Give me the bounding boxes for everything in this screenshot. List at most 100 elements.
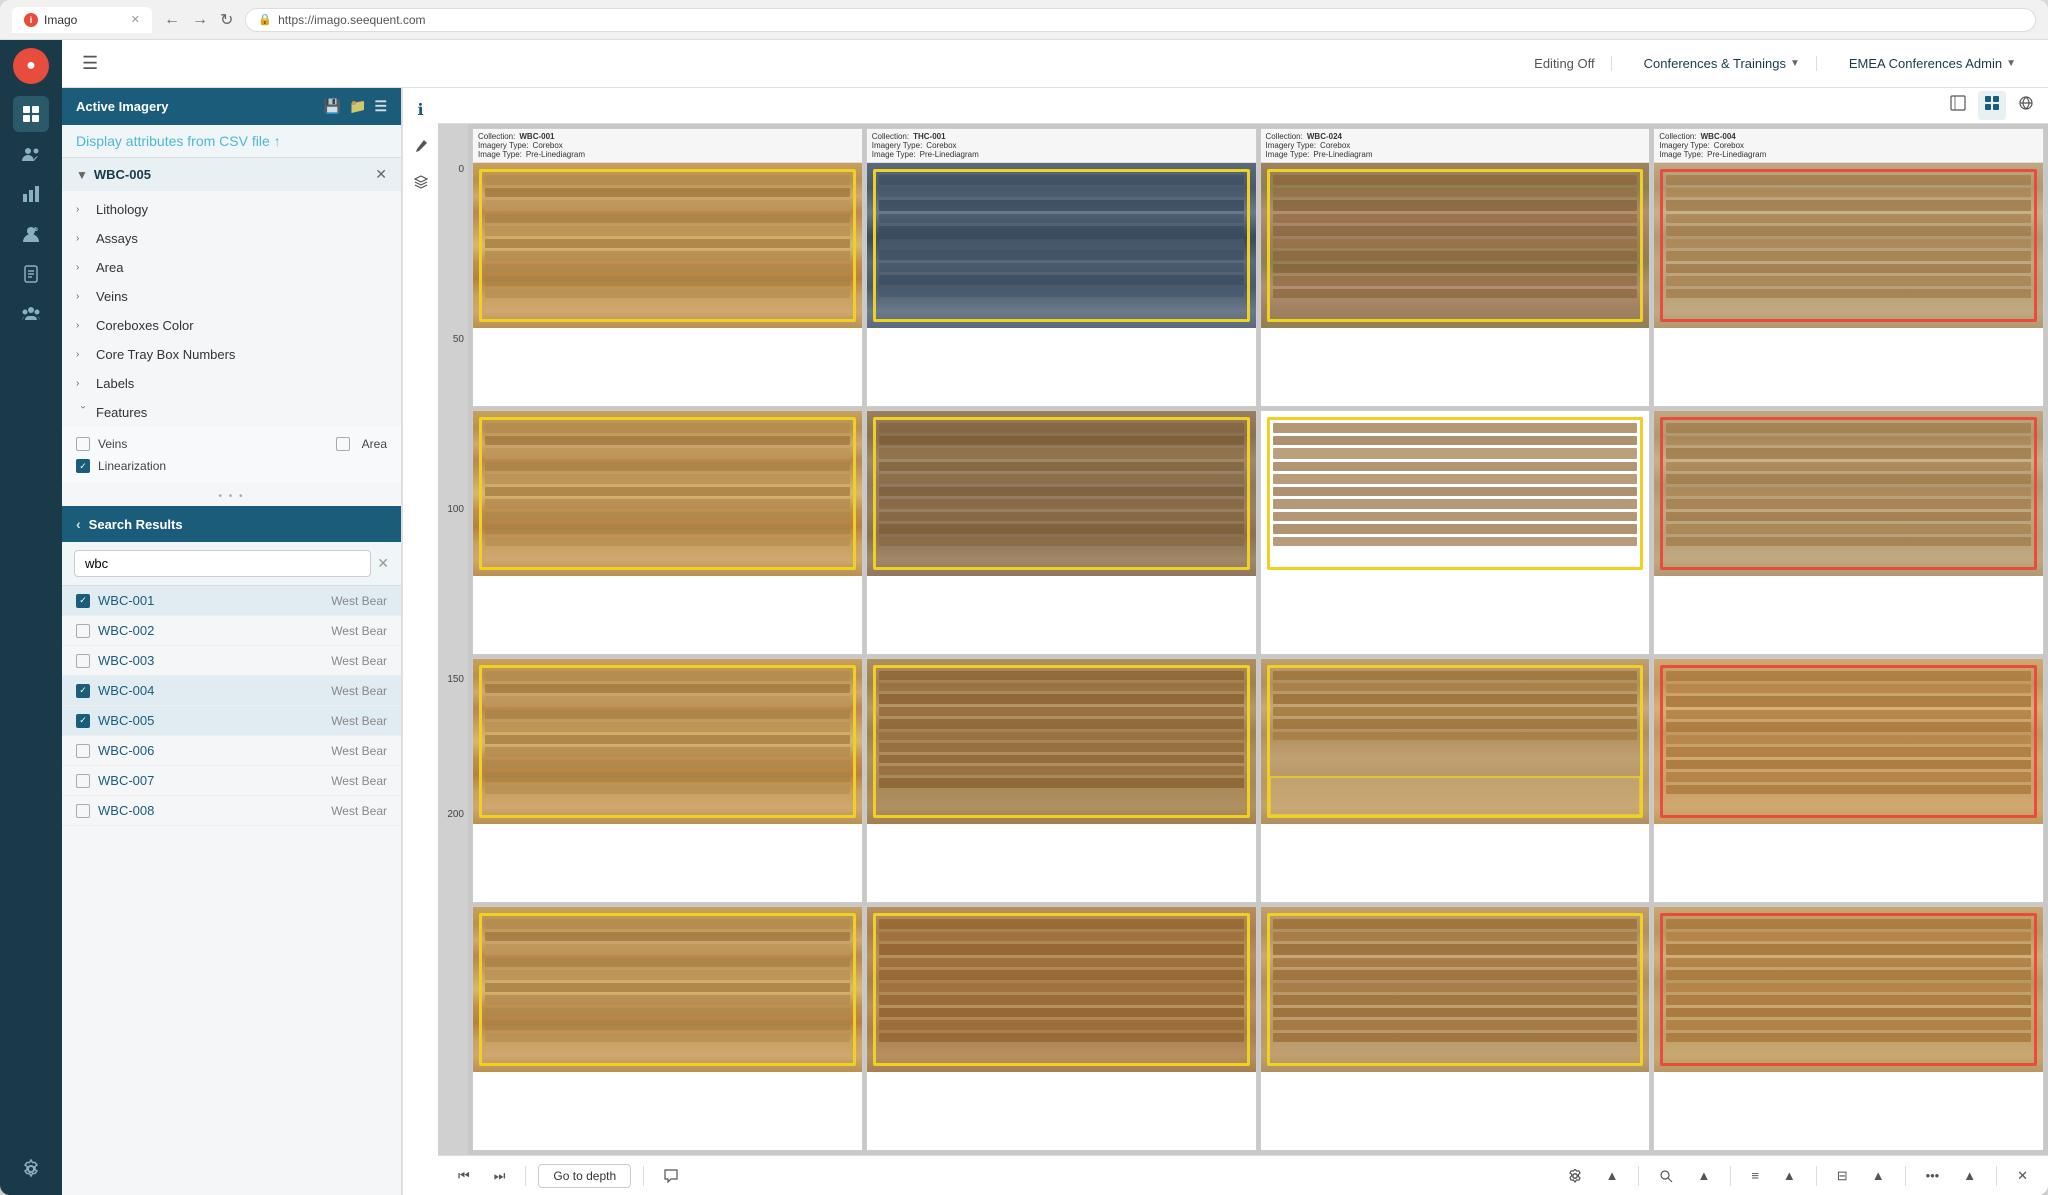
tab-close-button[interactable]: ✕ — [131, 13, 140, 26]
address-bar[interactable]: 🔒 https://imago.seequent.com — [245, 8, 2036, 32]
sidebar-icon-team[interactable] — [13, 296, 49, 332]
cell4-collection-label: Collection: — [1659, 132, 1696, 141]
wbc004-checkbox[interactable]: ✓ — [76, 684, 90, 698]
sidebar-icon-imagery[interactable] — [13, 96, 49, 132]
tree-item-core-tray[interactable]: › Core Tray Box Numbers — [62, 340, 401, 369]
tree-item-labels[interactable]: › Labels — [62, 369, 401, 398]
wbc006-checkbox[interactable] — [76, 744, 90, 758]
goto-depth-button[interactable]: Go to depth — [538, 1164, 631, 1188]
tab-title: Imago — [44, 13, 77, 27]
wbc002-checkbox[interactable] — [76, 624, 90, 638]
forward-button[interactable]: → — [188, 8, 212, 32]
core-cell-1-1[interactable]: Collection:WBC-001 Imagery Type:Corebox … — [472, 128, 863, 407]
info-tool[interactable]: ℹ — [407, 96, 435, 124]
core-cell-3-3[interactable] — [1260, 658, 1651, 903]
list-btn[interactable]: ≡ — [1743, 1164, 1767, 1187]
core-cell-1-3[interactable]: Collection:WBC-024 Imagery Type:Corebox … — [1260, 128, 1651, 407]
search-item-wbc006[interactable]: WBC-006 West Bear — [62, 736, 401, 766]
tree-item-veins[interactable]: › Veins — [62, 282, 401, 311]
conferences-dropdown[interactable]: Conferences & Trainings ▼ — [1628, 56, 1817, 71]
cell1-imgtype-value: Corebox — [533, 141, 563, 150]
tree-item-lithology[interactable]: › Lithology — [62, 195, 401, 224]
core-cell-2-2[interactable] — [866, 410, 1257, 655]
core-cell-4-1[interactable] — [472, 906, 863, 1151]
core-cell-4-3[interactable] — [1260, 906, 1651, 1151]
core-cell-2-1[interactable] — [472, 410, 863, 655]
zoom-up-button[interactable]: ▲ — [1689, 1164, 1718, 1187]
image-view-icon[interactable] — [1944, 91, 1972, 120]
edit-tool[interactable] — [407, 132, 435, 160]
comment-button[interactable] — [656, 1165, 686, 1187]
save-icon[interactable]: 💾 — [324, 98, 341, 115]
list-up-button[interactable]: ▲ — [1775, 1164, 1804, 1187]
refresh-button[interactable]: ↻ — [216, 8, 237, 32]
more-btn[interactable]: ••• — [1918, 1164, 1948, 1187]
stack-up-button[interactable]: ▲ — [1864, 1164, 1893, 1187]
tree-item-area[interactable]: › Area — [62, 253, 401, 282]
panel-sidebar: Active Imagery 💾 📁 ☰ Display attributes … — [62, 88, 402, 1195]
core-cell-4-4[interactable] — [1653, 906, 2044, 1151]
core-cell-2-3[interactable] — [1260, 410, 1651, 655]
search-input[interactable] — [74, 550, 371, 577]
close-toolbar-button[interactable]: ✕ — [2009, 1164, 2036, 1188]
grid-view-icon[interactable] — [1978, 91, 2006, 120]
cell3-collection-label: Collection: — [1266, 132, 1303, 141]
folder-icon[interactable]: 📁 — [349, 98, 366, 115]
prev-button[interactable]: ⏭ — [486, 1164, 514, 1188]
veins-checkbox[interactable] — [76, 437, 90, 451]
search-item-wbc003[interactable]: WBC-003 West Bear — [62, 646, 401, 676]
search-clear-button[interactable]: ✕ — [377, 555, 389, 572]
wbc005-checkbox[interactable]: ✓ — [76, 714, 90, 728]
search-item-wbc008[interactable]: WBC-008 West Bear — [62, 796, 401, 826]
wbc007-checkbox[interactable] — [76, 774, 90, 788]
lithology-chevron-icon: › — [76, 204, 90, 215]
search-item-wbc004[interactable]: ✓ WBC-004 West Bear — [62, 676, 401, 706]
wbc-expand-icon[interactable]: ▼ — [76, 168, 88, 182]
sidebar-icon-reports[interactable] — [13, 256, 49, 292]
toolbar-settings-icon[interactable] — [1560, 1165, 1590, 1187]
core-cell-1-4[interactable]: Collection:WBC-004 Imagery Type:Corebox … — [1653, 128, 2044, 407]
sidebar-icon-settings[interactable] — [13, 1151, 49, 1187]
search-item-wbc002[interactable]: WBC-002 West Bear — [62, 616, 401, 646]
wbc-close-button[interactable]: ✕ — [375, 166, 387, 183]
csv-link[interactable]: Display attributes from CSV file ↑ — [62, 125, 401, 158]
stack-btn[interactable]: ⊟ — [1829, 1164, 1856, 1188]
core-cell-1-2[interactable]: Collection:THC-001 Imagery Type:Corebox … — [866, 128, 1257, 407]
prev-prev-button[interactable]: ⏮ — [450, 1164, 478, 1188]
core-cell-4-2[interactable] — [866, 906, 1257, 1151]
sidebar-icon-profile[interactable]: ⚙ — [13, 216, 49, 252]
core-cell-3-1[interactable] — [472, 658, 863, 903]
search-item-wbc001[interactable]: ✓ WBC-001 West Bear — [62, 586, 401, 616]
tab-favicon: i — [24, 13, 38, 27]
more-up-button[interactable]: ▲ — [1955, 1164, 1984, 1187]
depth-150: 150 — [438, 672, 468, 687]
area-checkbox[interactable] — [336, 437, 350, 451]
core-cell-2-4[interactable] — [1653, 410, 2044, 655]
wbc001-checkbox[interactable]: ✓ — [76, 594, 90, 608]
globe-view-icon[interactable] — [2012, 91, 2040, 120]
layers-tool[interactable] — [407, 168, 435, 196]
scroll-up-button[interactable]: ▲ — [1598, 1164, 1627, 1187]
search-item-wbc007[interactable]: WBC-007 West Bear — [62, 766, 401, 796]
sidebar-icon-users[interactable] — [13, 136, 49, 172]
wbc003-checkbox[interactable] — [76, 654, 90, 668]
tree-item-assays[interactable]: › Assays — [62, 224, 401, 253]
back-button[interactable]: ← — [160, 8, 184, 32]
core-cell-3-2[interactable] — [866, 658, 1257, 903]
core-cell-3-4[interactable] — [1653, 658, 2044, 903]
search-back-button[interactable]: ‹ — [76, 516, 81, 532]
wbc008-checkbox[interactable] — [76, 804, 90, 818]
expand-dots: • • • — [62, 487, 401, 506]
sidebar-icon-chart[interactable] — [13, 176, 49, 212]
wbc007-location: West Bear — [331, 774, 387, 788]
list-view-icon[interactable]: ☰ — [374, 98, 387, 115]
browser-tab[interactable]: i Imago ✕ — [12, 7, 152, 33]
hamburger-button[interactable]: ☰ — [78, 49, 102, 78]
admin-dropdown[interactable]: EMEA Conferences Admin ▼ — [1833, 56, 2032, 71]
browser-toolbar: i Imago ✕ ← → ↻ 🔒 https://imago.seequent… — [0, 0, 2048, 40]
linearization-checkbox[interactable]: ✓ — [76, 459, 90, 473]
tree-item-features[interactable]: › Features — [62, 398, 401, 427]
zoom-button[interactable] — [1651, 1165, 1681, 1187]
search-item-wbc005[interactable]: ✓ WBC-005 West Bear — [62, 706, 401, 736]
tree-item-coreboxes-color[interactable]: › Coreboxes Color — [62, 311, 401, 340]
